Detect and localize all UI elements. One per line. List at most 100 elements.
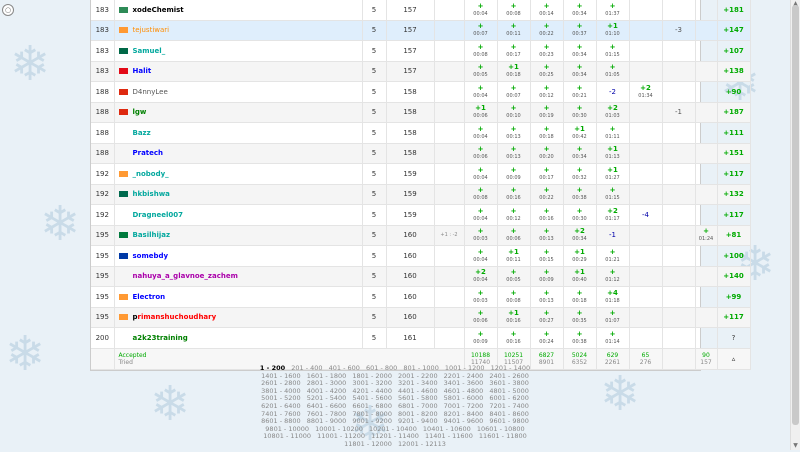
page-link[interactable]: 1001 - 1200	[445, 364, 485, 372]
problem-cell[interactable]: +01:24	[695, 225, 718, 246]
circle-icon[interactable]: ○	[2, 4, 14, 16]
problem-cell[interactable]: -2	[596, 81, 630, 103]
user-handle-link[interactable]: nahuya_a_glavnoe_zachem	[133, 272, 238, 280]
page-link[interactable]: 1201 - 1400	[491, 364, 531, 372]
page-link[interactable]: 8601 - 8800	[261, 417, 301, 425]
problem-cell[interactable]: +2 01:03	[596, 102, 630, 123]
problem-cell[interactable]: +00:25	[530, 61, 564, 82]
problem-cell[interactable]: +00:06	[464, 143, 498, 164]
problem-cell[interactable]: +00:27	[530, 307, 564, 328]
problem-cell[interactable]: +00:34	[563, 0, 597, 21]
page-link[interactable]: 2801 - 3000	[307, 379, 347, 387]
problem-cell[interactable]: +01:15	[596, 184, 630, 205]
page-link[interactable]: 601 - 800	[366, 364, 397, 372]
problem-cell[interactable]: +00:10	[497, 102, 531, 123]
problem-cell[interactable]: +1 00:11	[497, 245, 531, 267]
page-link[interactable]: 7001 - 7200	[444, 402, 484, 410]
problem-cell[interactable]	[629, 0, 663, 21]
problem-cell[interactable]: +1 01:27	[596, 163, 630, 185]
problem-cell[interactable]	[695, 143, 718, 164]
page-link[interactable]: 10801 - 11000	[263, 432, 311, 441]
problem-cell[interactable]: +00:37	[563, 20, 597, 41]
problem-cell[interactable]: +01:21	[596, 245, 630, 267]
problem-cell[interactable]: +00:05	[464, 61, 498, 82]
user-handle-link[interactable]: xodeChemist	[133, 6, 184, 14]
problem-cell[interactable]: +01:14	[596, 327, 630, 349]
problem-cell[interactable]	[629, 286, 663, 308]
page-link[interactable]: 3001 - 3200	[352, 379, 392, 387]
problem-cell[interactable]: +00:06	[464, 307, 498, 328]
problem-cell[interactable]: +00:14	[530, 0, 564, 21]
problem-cell[interactable]: +01:07	[596, 307, 630, 328]
problem-cell[interactable]: +1 00:42	[563, 122, 597, 144]
problem-cell[interactable]: +00:16	[497, 184, 531, 205]
problem-cell[interactable]	[695, 81, 718, 103]
problem-cell[interactable]: +00:09	[497, 163, 531, 185]
user-handle-link[interactable]: _nobody_	[133, 170, 169, 178]
problem-cell[interactable]: +00:12	[497, 204, 531, 226]
scroll-down-icon[interactable]: ▼	[791, 442, 800, 450]
problem-cell[interactable]: +00:15	[530, 245, 564, 267]
problem-cell[interactable]	[629, 143, 663, 164]
problem-cell[interactable]: +1 00:29	[563, 245, 597, 267]
problem-cell[interactable]: +00:32	[563, 163, 597, 185]
problem-cell[interactable]	[629, 225, 663, 246]
page-link[interactable]: 6201 - 6400	[261, 402, 301, 410]
problem-cell[interactable]: +00:03	[464, 286, 498, 308]
page-link[interactable]: 201 - 400	[291, 364, 322, 372]
page-link[interactable]: 8801 - 9000	[307, 417, 347, 425]
user-handle-link[interactable]: D4nnyLee	[133, 88, 168, 96]
user-handle-link[interactable]: primanshuchoudhary	[133, 313, 217, 321]
problem-cell[interactable]: +2 00:34	[563, 225, 597, 246]
problem-cell[interactable]: +00:09	[530, 266, 564, 287]
problem-cell[interactable]: +00:07	[464, 20, 498, 41]
problem-cell[interactable]: +00:04	[464, 163, 498, 185]
page-link[interactable]: 1 - 200	[260, 364, 285, 372]
problem-cell[interactable]: +00:16	[530, 204, 564, 226]
problem-cell[interactable]	[695, 163, 718, 185]
user-handle-link[interactable]: a2k23training	[133, 334, 188, 342]
problem-cell[interactable]: +00:24	[530, 327, 564, 349]
problem-cell[interactable]: +00:09	[464, 327, 498, 349]
problem-cell[interactable]: +01:37	[596, 0, 630, 21]
problem-cell[interactable]	[695, 184, 718, 205]
page-link[interactable]: 9001 - 9200	[352, 417, 392, 425]
problem-cell[interactable]: +00:07	[497, 81, 531, 103]
user-handle-link[interactable]: tejustiwari	[133, 26, 170, 34]
problem-cell[interactable]	[629, 61, 663, 82]
problem-cell[interactable]: +00:13	[497, 143, 531, 164]
problem-cell[interactable]	[695, 0, 718, 21]
page-link[interactable]: 9401 - 9600	[444, 417, 484, 425]
user-handle-link[interactable]: Dragneel007	[133, 211, 184, 219]
problem-cell[interactable]: +00:18	[563, 286, 597, 308]
problem-cell[interactable]: +00:08	[497, 0, 531, 21]
problem-cell[interactable]: +00:19	[530, 102, 564, 123]
page-link[interactable]: 6601 - 6800	[352, 402, 392, 410]
problem-cell[interactable]: +1 01:13	[596, 143, 630, 164]
problem-cell[interactable]: +00:04	[464, 81, 498, 103]
problem-cell[interactable]: -1	[596, 225, 630, 246]
page-link[interactable]: 11601 - 11800	[479, 432, 527, 441]
problem-cell[interactable]: +00:13	[530, 286, 564, 308]
problem-cell[interactable]	[695, 102, 718, 123]
problem-cell[interactable]: +01:11	[596, 122, 630, 144]
problem-cell[interactable]: +01:05	[596, 61, 630, 82]
user-handle-link[interactable]: hkbishwa	[133, 190, 170, 198]
problem-cell[interactable]: +2 01:17	[596, 204, 630, 226]
page-link[interactable]: 3401 - 3600	[444, 379, 484, 387]
user-handle-link[interactable]: Electron	[133, 293, 166, 301]
problem-cell[interactable]: +00:21	[563, 81, 597, 103]
problem-cell[interactable]: +00:05	[497, 266, 531, 287]
page-link[interactable]: 9601 - 9800	[489, 417, 529, 425]
problem-cell[interactable]: +00:38	[563, 327, 597, 349]
scroll-thumb[interactable]	[792, 5, 799, 425]
user-handle-link[interactable]: Pratech	[133, 149, 164, 157]
page-link[interactable]: 12001 - 12113	[398, 440, 446, 448]
problem-cell[interactable]: +4 01:18	[596, 286, 630, 308]
problem-cell[interactable]	[695, 266, 718, 287]
user-handle-link[interactable]: Bazz	[133, 129, 151, 137]
problem-cell[interactable]: +01:12	[596, 266, 630, 287]
problem-cell[interactable]: +00:06	[497, 225, 531, 246]
problem-cell[interactable]: +00:20	[530, 143, 564, 164]
problem-cell[interactable]: +00:22	[530, 184, 564, 205]
